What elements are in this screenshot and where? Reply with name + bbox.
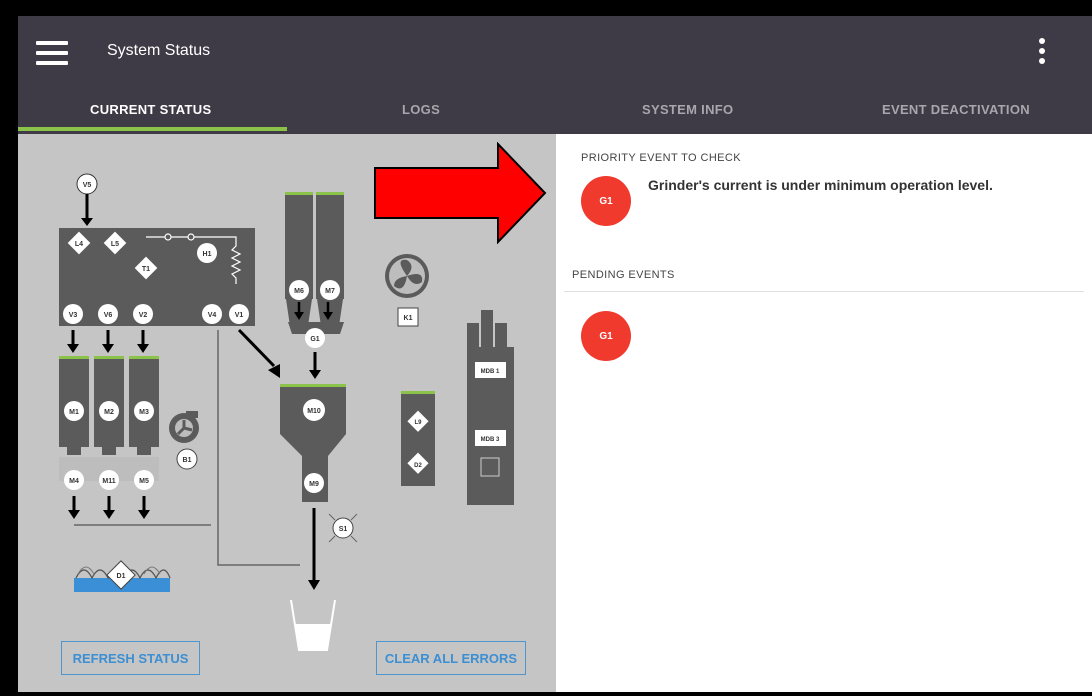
valve-v1[interactable]: V1: [229, 304, 249, 324]
node-label: M2: [104, 409, 114, 416]
node-label: V1: [235, 312, 244, 319]
callout-arrow-icon: [374, 142, 547, 244]
priority-event-heading: PRIORITY EVENT TO CHECK: [581, 152, 741, 164]
pending-event-badge[interactable]: G1: [581, 311, 631, 361]
blower-b1[interactable]: B1: [176, 448, 198, 470]
node-label: T1: [142, 266, 150, 273]
flow-arrowhead: [137, 344, 149, 353]
drain-pipe: [217, 330, 300, 566]
flow-arrowhead: [81, 218, 93, 226]
node-label: L4: [75, 241, 83, 248]
more-options-icon[interactable]: [1036, 38, 1048, 72]
tab-current-status[interactable]: CURRENT STATUS: [90, 102, 211, 117]
fan-k1[interactable]: K1: [397, 307, 419, 327]
node-label: M4: [69, 478, 79, 485]
node-label: B1: [183, 457, 192, 464]
motor-m3[interactable]: M3: [134, 401, 154, 421]
board-mdb3[interactable]: MDB 3: [475, 430, 506, 446]
active-tab-indicator: [18, 127, 287, 131]
fan-icon: [385, 254, 429, 298]
cup-icon: [290, 599, 336, 651]
section-divider: [564, 291, 1084, 292]
motor-m7[interactable]: M7: [320, 280, 340, 300]
node-label: V6: [104, 312, 113, 319]
motor-m6[interactable]: M6: [289, 280, 309, 300]
node-label: L5: [111, 241, 119, 248]
priority-event-message: Grinder's current is under minimum opera…: [648, 177, 993, 193]
switch-contact-icon: [187, 233, 195, 241]
board-mdb1[interactable]: MDB 1: [475, 362, 506, 378]
node-label: V3: [69, 312, 78, 319]
node-label: L9: [414, 420, 422, 426]
window-frame: System Status CURRENT STATUS LOGS SYSTEM…: [0, 0, 1092, 696]
node-label: V4: [208, 312, 217, 319]
tab-event-deactivation[interactable]: EVENT DEACTIVATION: [882, 102, 1030, 117]
motor-m4[interactable]: M4: [64, 470, 84, 490]
motor-m11[interactable]: M11: [99, 470, 119, 490]
valve-v2[interactable]: V2: [133, 304, 153, 324]
valve-v3[interactable]: V3: [63, 304, 83, 324]
node-label: G1: [310, 336, 319, 343]
motor-m2[interactable]: M2: [99, 401, 119, 421]
switch-contact-icon: [164, 233, 172, 241]
node-label: V5: [83, 182, 92, 189]
priority-event-badge[interactable]: G1: [581, 176, 631, 226]
valve-v5[interactable]: V5: [76, 173, 98, 195]
motor-m10[interactable]: M10: [303, 399, 325, 421]
dispense-arrowhead: [308, 580, 320, 590]
sensor-s1[interactable]: S1: [328, 513, 358, 543]
node-label: M7: [325, 288, 335, 295]
valve-v4[interactable]: V4: [202, 304, 222, 324]
node-label: MDB 1: [481, 369, 500, 375]
node-label: K1: [404, 315, 413, 322]
motor-m1[interactable]: M1: [64, 401, 84, 421]
tab-logs[interactable]: LOGS: [402, 102, 440, 117]
flow-arrowhead: [102, 344, 114, 353]
node-label: M1: [69, 409, 79, 416]
node-label: M9: [309, 481, 319, 488]
node-label: S1: [339, 526, 348, 533]
node-label: H1: [203, 251, 212, 258]
flow-arrowhead: [67, 344, 79, 353]
motor-m5[interactable]: M5: [134, 470, 154, 490]
motor-m9[interactable]: M9: [304, 473, 324, 493]
blower-icon: [169, 411, 199, 443]
node-label: M11: [102, 478, 115, 485]
node-label: M6: [294, 288, 304, 295]
node-label: D2: [414, 463, 422, 469]
node-label: D1: [117, 573, 126, 580]
node-label: V2: [139, 312, 148, 319]
node-label: M10: [307, 408, 321, 415]
menu-icon[interactable]: [36, 41, 68, 65]
page-title: System Status: [107, 42, 211, 59]
node-label: M3: [139, 409, 149, 416]
app-bar: System Status CURRENT STATUS LOGS SYSTEM…: [18, 16, 1092, 134]
node-label: MDB 3: [481, 437, 500, 443]
clear-all-errors-button[interactable]: CLEAR ALL ERRORS: [376, 641, 526, 675]
control-module: [467, 310, 514, 505]
grinder-g1[interactable]: G1: [305, 328, 325, 348]
heater-h1[interactable]: H1: [197, 243, 217, 263]
app-screen: System Status CURRENT STATUS LOGS SYSTEM…: [18, 16, 1092, 692]
pending-events-heading: PENDING EVENTS: [572, 269, 675, 281]
refresh-status-button[interactable]: REFRESH STATUS: [61, 641, 200, 675]
valve-v6[interactable]: V6: [98, 304, 118, 324]
tab-system-info[interactable]: SYSTEM INFO: [642, 102, 733, 117]
node-label: M5: [139, 478, 149, 485]
